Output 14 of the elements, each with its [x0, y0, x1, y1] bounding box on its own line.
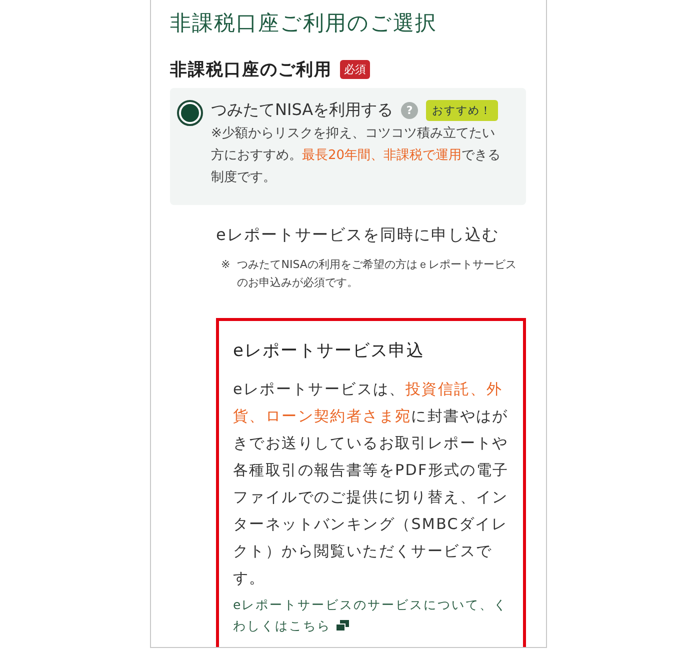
ereport-label: eレポートサービスを同時に申し込む	[216, 225, 500, 246]
recommend-badge: おすすめ！	[426, 100, 498, 121]
external-link-icon	[336, 620, 349, 631]
option-description: ※少額からリスクを抑え、コツコツ積み立てたい方におすすめ。最長20年間、非課税で運用できる制度です。	[211, 125, 502, 187]
page-title: 非課税口座ご利用のご選択	[170, 10, 438, 37]
option-label: つみたてNISAを利用する	[211, 100, 394, 121]
required-badge: 必須	[340, 60, 370, 79]
card-title: eレポートサービス申込	[233, 340, 426, 362]
radio-button[interactable]	[177, 100, 203, 126]
section-title: 非課税口座のご利用	[170, 59, 332, 81]
details-link[interactable]: eレポートサービスのサービスについて、くわしくはこちら	[233, 594, 510, 636]
note-mark: ※	[221, 257, 230, 273]
card-body: eレポートサービスは、投資信託、外貨、ローン契約者さま宛に封書やはがきでお送りしているお取引レポートや各種取引の報告書等をPDF形式の電子ファイルでのご提供に切り替え、インターネットバンキング（SMBCダイレクト）から閲覧いただくサービスです。	[233, 379, 510, 589]
note-text: つみたてNISAの利用をご希望の方はｅレポートサービスのお申込みが必須です。	[237, 257, 518, 291]
